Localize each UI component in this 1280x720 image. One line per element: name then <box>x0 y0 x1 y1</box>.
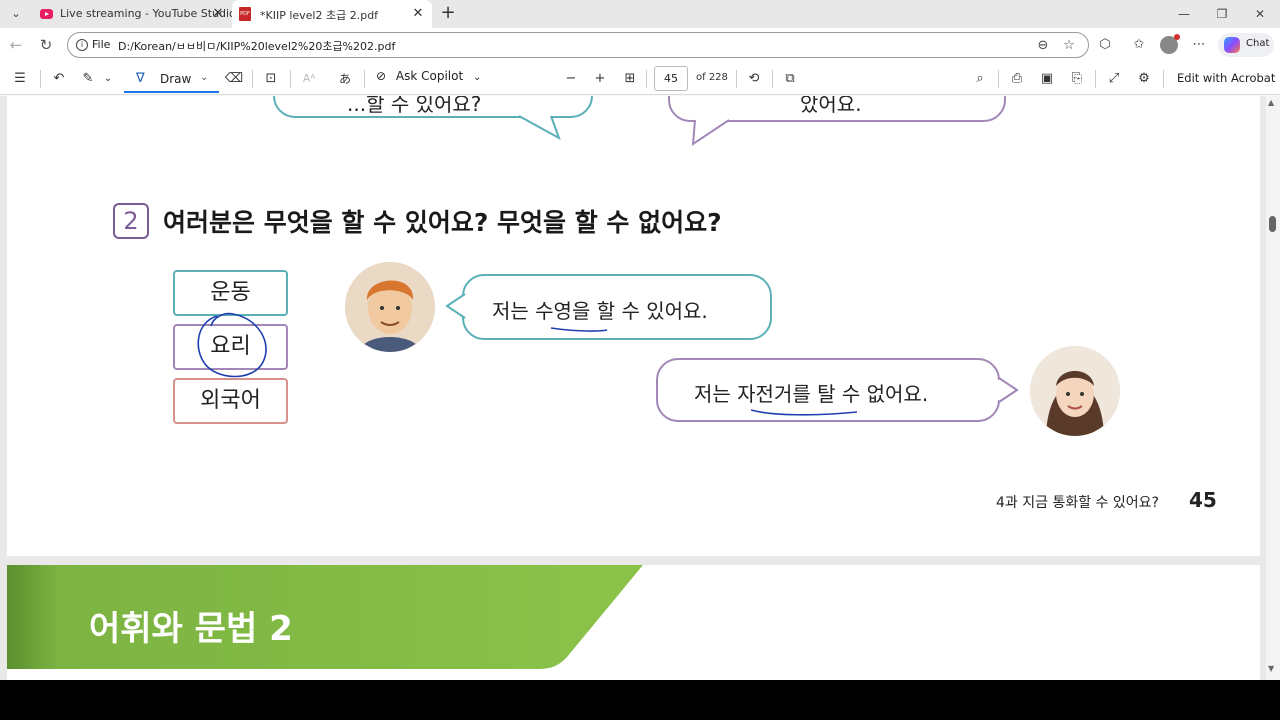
text-box-icon[interactable]: ⊡ <box>261 69 281 89</box>
draw-chevron-icon[interactable]: ⌄ <box>200 72 208 83</box>
restore-icon[interactable]: ❐ <box>1210 4 1234 24</box>
close-tab-icon[interactable]: ✕ <box>410 6 426 22</box>
browser-window: ⌄ Live streaming - YouTube Studio ✕ PDF … <box>0 0 1280 680</box>
pdf-page-45: ...할 수 있어요? 았어요. 2 여러분은 무엇을 할 수 있어요? 무엇을… <box>7 96 1260 556</box>
zoom-in-icon[interactable]: + <box>590 69 610 89</box>
url-text[interactable]: D:/Korean/ㅂㅂ비ㅁ/KIIP%20level2%20초급%202.pd… <box>118 38 395 54</box>
divider <box>772 70 773 88</box>
bubble-text: 았어요. <box>800 96 862 116</box>
extensions-icon[interactable]: ⬡ <box>1096 36 1114 54</box>
print-icon[interactable]: ⎙ <box>1007 69 1027 89</box>
pdf-page-46: 어휘와 문법 2 <box>7 565 1260 680</box>
chevron-down-icon: ⌄ <box>473 72 482 83</box>
refresh-icon[interactable]: ↻ <box>36 35 56 55</box>
youtube-icon <box>40 9 53 19</box>
speech-text: 저는 수영을 할 수 있어요. <box>492 299 708 323</box>
divider <box>290 70 291 88</box>
pdf-icon: PDF <box>239 7 251 21</box>
tab-strip: ⌄ Live streaming - YouTube Studio ✕ PDF … <box>0 0 1280 28</box>
zoom-out-icon[interactable]: − <box>561 69 581 89</box>
highlight-chevron-icon[interactable]: ⌄ <box>100 69 116 89</box>
woman-face-icon <box>1030 346 1120 436</box>
divider <box>1095 70 1096 88</box>
divider <box>646 70 647 88</box>
question-number: 2 <box>113 203 149 239</box>
bubble-tail <box>691 119 730 146</box>
close-window-icon[interactable]: ✕ <box>1248 4 1272 24</box>
divider <box>252 70 253 88</box>
tab-pdf[interactable]: PDF *KIIP level2 초급 2.pdf ✕ <box>232 0 432 28</box>
page-total: of 228 <box>696 72 728 83</box>
woman-illustration <box>1030 346 1120 436</box>
back-icon[interactable]: ← <box>6 35 26 55</box>
section-title: 어휘와 문법 2 <box>89 609 293 649</box>
save-icon[interactable]: ▣ <box>1037 69 1057 89</box>
draw-label: Draw <box>160 72 192 86</box>
eraser-icon[interactable]: ⌫ <box>224 69 244 89</box>
copilot-icon <box>1224 37 1240 53</box>
close-tab-icon[interactable]: ✕ <box>210 6 226 22</box>
bubble-tail <box>518 115 561 140</box>
document-viewport[interactable]: ...할 수 있어요? 았어요. 2 여러분은 무엇을 할 수 있어요? 무엇을… <box>0 96 1266 680</box>
tab-youtube-studio[interactable]: Live streaming - YouTube Studio ✕ <box>32 0 236 28</box>
scroll-thumb[interactable] <box>1269 216 1276 232</box>
rotate-icon[interactable]: ⟲ <box>744 69 764 89</box>
man-illustration <box>345 262 435 352</box>
scheme-label: File <box>92 38 111 51</box>
divider <box>998 70 999 88</box>
omnibox[interactable]: i File D:/Korean/ㅂㅂ비ㅁ/KIIP%20level2%20초급… <box>67 32 1089 58</box>
fullscreen-icon[interactable]: ⤢ <box>1104 69 1124 89</box>
question-text: 여러분은 무엇을 할 수 있어요? 무엇을 할 수 없어요? <box>163 208 722 237</box>
vertical-scrollbar[interactable]: ▲ ▼ <box>1266 96 1280 680</box>
favorites-icon[interactable]: ✩ <box>1130 36 1148 54</box>
table-of-contents-icon[interactable]: ☰ <box>10 69 30 89</box>
new-tab-button[interactable]: + <box>438 2 458 24</box>
ink-underline-annotation <box>750 409 858 416</box>
settings-gear-icon[interactable]: ⚙ <box>1134 69 1154 89</box>
page-view-icon[interactable]: ⧉ <box>780 69 800 89</box>
pen-icon: ∇ <box>136 71 145 86</box>
man-face-icon <box>345 262 435 352</box>
tab-title: *KIIP level2 초급 2.pdf <box>260 9 379 22</box>
zoom-icon[interactable]: ⊖ <box>1034 37 1052 55</box>
divider <box>364 70 365 88</box>
page-number-input[interactable]: 45 <box>654 66 688 91</box>
minimize-icon[interactable]: — <box>1172 4 1196 24</box>
profile-avatar[interactable] <box>1160 34 1180 54</box>
speech-text: 저는 자전거를 탈 수 없어요. <box>694 382 929 406</box>
bubble-text: ...할 수 있어요? <box>347 96 482 116</box>
draw-button[interactable]: ∇ Draw ⌄ <box>124 66 219 93</box>
pdf-toolbar: ☰ ↶ ✎ ⌄ ∇ Draw ⌄ ⌫ ⊡ Aᴬ あ ⊘ Ask Copilot … <box>0 62 1280 95</box>
ask-copilot-button[interactable]: ⊘ Ask Copilot ⌄ <box>376 69 481 83</box>
search-icon[interactable]: ⌕ <box>970 69 990 89</box>
info-icon[interactable]: i <box>76 39 88 51</box>
scroll-up-icon[interactable]: ▲ <box>1268 98 1274 107</box>
tab-list-chevron-icon[interactable]: ⌄ <box>6 4 26 24</box>
more-options-icon[interactable]: ⋯ <box>1190 36 1208 54</box>
ask-copilot-label: Ask Copilot <box>395 69 464 83</box>
read-aloud-icon[interactable]: Aᴬ <box>298 69 320 89</box>
divider <box>40 70 41 88</box>
save-as-icon[interactable]: ⎘ <box>1067 69 1087 89</box>
divider <box>1163 70 1164 88</box>
copilot-icon: ⊘ <box>376 69 387 83</box>
chapter-footer: 4과 지금 통화할 수 있어요? <box>996 495 1159 511</box>
address-bar: ← ↻ i File D:/Korean/ㅂㅂ비ㅁ/KIIP%20level2%… <box>0 28 1280 62</box>
copilot-chat-button[interactable]: Chat <box>1218 33 1274 57</box>
ink-underline-annotation <box>550 327 608 332</box>
page-number: 45 <box>1189 488 1217 512</box>
bubble-tail <box>997 377 1019 403</box>
divider <box>736 70 737 88</box>
undo-icon[interactable]: ↶ <box>49 69 69 89</box>
edit-with-acrobat-button[interactable]: Edit with Acrobat <box>1177 71 1275 85</box>
fit-page-icon[interactable]: ⊞ <box>620 69 640 89</box>
bubble-tail <box>445 293 467 319</box>
ink-circle-annotation <box>197 312 267 378</box>
scroll-down-icon[interactable]: ▼ <box>1268 664 1274 673</box>
translate-icon[interactable]: あ <box>334 69 356 89</box>
favorite-star-icon[interactable]: ☆ <box>1060 37 1078 55</box>
highlight-icon[interactable]: ✎ <box>78 69 98 89</box>
chat-label: Chat <box>1246 38 1270 49</box>
